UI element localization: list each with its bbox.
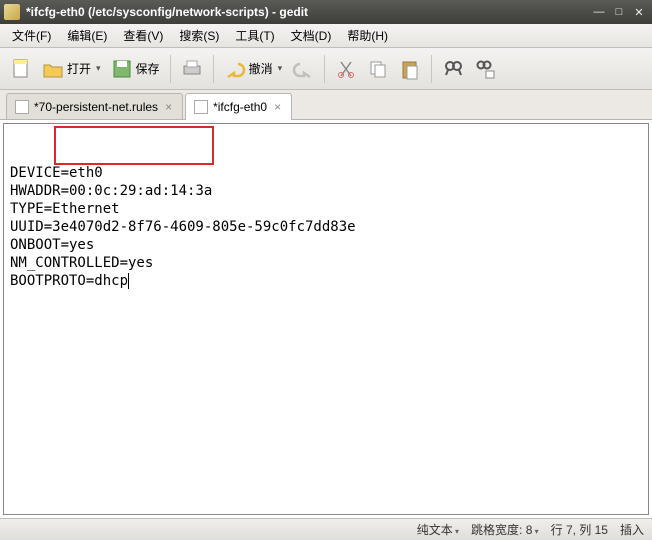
tab-ifcfg-eth0[interactable]: *ifcfg-eth0 × xyxy=(185,93,292,120)
maximize-button[interactable]: □ xyxy=(610,4,628,20)
menu-help[interactable]: 帮助(H) xyxy=(339,25,396,46)
open-icon xyxy=(42,58,64,80)
tab-label: *ifcfg-eth0 xyxy=(213,100,267,114)
statusbar: 纯文本 跳格宽度: 8 行 7, 列 15 插入 xyxy=(0,518,652,540)
print-button[interactable] xyxy=(177,55,207,83)
editor-text: =00:0c:29:ad:14:3a xyxy=(61,183,213,199)
app-icon xyxy=(4,4,20,20)
paste-button[interactable] xyxy=(395,55,425,83)
file-icon xyxy=(194,100,208,114)
editor-text: HWADDR xyxy=(10,183,61,199)
toolbar-separator xyxy=(324,55,325,83)
tab-persistent-net[interactable]: *70-persistent-net.rules × xyxy=(6,93,183,119)
new-file-button[interactable] xyxy=(6,55,36,83)
undo-button[interactable]: 撤消 xyxy=(220,55,287,83)
editor-area[interactable]: DEVICE=eth0 HWADDR=00:0c:29:ad:14:3a TYP… xyxy=(3,123,649,515)
tabbar: *70-persistent-net.rules × *ifcfg-eth0 × xyxy=(0,90,652,120)
tab-close-icon[interactable]: × xyxy=(163,100,174,114)
menu-file[interactable]: 文件(F) xyxy=(4,25,59,46)
find-icon xyxy=(442,58,464,80)
toolbar-separator xyxy=(170,55,171,83)
open-label: 打开 xyxy=(67,60,91,77)
status-tabwidth-label: 跳格宽度: xyxy=(471,523,522,537)
cut-icon xyxy=(335,58,357,80)
redo-icon xyxy=(292,58,314,80)
editor-text: TYPE=Ethernet xyxy=(10,201,120,217)
save-button[interactable]: 保存 xyxy=(107,55,164,83)
toolbar: 打开 保存 撤消 xyxy=(0,48,652,90)
menu-view[interactable]: 查看(V) xyxy=(115,25,171,46)
find-replace-button[interactable] xyxy=(470,55,500,83)
minimize-button[interactable]: — xyxy=(590,4,608,20)
toolbar-separator xyxy=(431,55,432,83)
close-window-button[interactable]: ✕ xyxy=(630,4,648,20)
window-title: *ifcfg-eth0 (/etc/sysconfig/network-scri… xyxy=(26,5,588,19)
menu-edit[interactable]: 编辑(E) xyxy=(59,25,115,46)
menubar: 文件(F) 编辑(E) 查看(V) 搜索(S) 工具(T) 文档(D) 帮助(H… xyxy=(0,24,652,48)
file-icon xyxy=(15,100,29,114)
status-tabwidth-value: 8 xyxy=(526,523,539,537)
find-button[interactable] xyxy=(438,55,468,83)
status-linecol: 行 7, 列 15 xyxy=(551,521,608,538)
editor-text: =eth0 xyxy=(61,165,103,181)
editor-text: DEVICE xyxy=(10,165,61,181)
paste-icon xyxy=(399,58,421,80)
status-tabwidth[interactable]: 跳格宽度: 8 xyxy=(471,521,539,538)
save-icon xyxy=(111,58,133,80)
status-filetype[interactable]: 纯文本 xyxy=(417,521,459,538)
save-label: 保存 xyxy=(136,60,160,77)
find-replace-icon xyxy=(474,58,496,80)
copy-button[interactable] xyxy=(363,55,393,83)
highlight-annotation xyxy=(54,126,214,165)
redo-button[interactable] xyxy=(288,55,318,83)
editor-text: UUID=3e4070d2-8f76-4609-805e-59c0fc7dd83… xyxy=(10,219,356,235)
open-button[interactable]: 打开 xyxy=(38,55,105,83)
menu-documents[interactable]: 文档(D) xyxy=(283,25,340,46)
menu-search[interactable]: 搜索(S) xyxy=(171,25,227,46)
tab-close-icon[interactable]: × xyxy=(272,100,283,114)
status-insert-mode[interactable]: 插入 xyxy=(620,521,644,538)
menu-tools[interactable]: 工具(T) xyxy=(227,25,282,46)
cut-button[interactable] xyxy=(331,55,361,83)
editor-text: BOOTPROTO=dhcp xyxy=(10,273,128,289)
print-icon xyxy=(181,58,203,80)
new-file-icon xyxy=(10,58,32,80)
undo-icon xyxy=(224,58,246,80)
text-cursor xyxy=(128,273,129,289)
tab-label: *70-persistent-net.rules xyxy=(34,100,158,114)
editor-text: NM_CONTROLLED=yes xyxy=(10,255,153,271)
editor-text: ONBOOT=yes xyxy=(10,237,94,253)
window-titlebar: *ifcfg-eth0 (/etc/sysconfig/network-scri… xyxy=(0,0,652,24)
undo-label: 撤消 xyxy=(249,60,273,77)
toolbar-separator xyxy=(213,55,214,83)
copy-icon xyxy=(367,58,389,80)
